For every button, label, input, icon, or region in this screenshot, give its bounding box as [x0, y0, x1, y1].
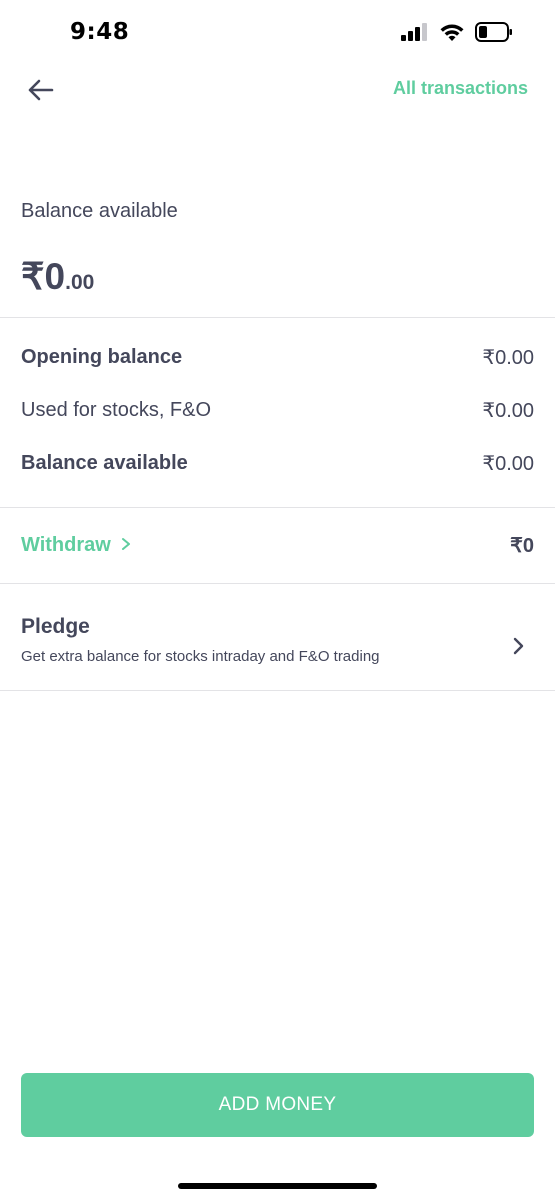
arrow-left-icon	[22, 79, 62, 110]
used-for-stocks-value: ₹0.00	[482, 400, 534, 422]
balance-amount-decimal: .00	[65, 271, 95, 294]
back-button[interactable]	[22, 74, 62, 106]
chevron-right-icon	[121, 534, 131, 557]
pledge-title: Pledge	[21, 615, 90, 638]
add-money-button[interactable]: ADD MONEY	[21, 1073, 534, 1137]
signal-icon	[401, 23, 429, 46]
battery-icon	[475, 22, 513, 47]
withdraw-label: Withdraw	[21, 534, 111, 556]
opening-balance-value: ₹0.00	[482, 347, 534, 369]
balance-amount-main: ₹0	[21, 256, 66, 297]
used-for-stocks-label: Used for stocks, F&O	[21, 399, 212, 421]
home-indicator	[178, 1183, 377, 1189]
divider	[0, 583, 555, 584]
opening-balance-row: Opening balance ₹0.00	[21, 345, 534, 370]
balance-section: Balance available ₹0.00	[21, 200, 178, 297]
withdraw-row: Withdraw ₹0	[21, 533, 534, 558]
all-transactions-link[interactable]: All transactions	[393, 78, 528, 99]
status-time: 9:48	[70, 19, 130, 45]
divider	[0, 690, 555, 691]
pledge-subtitle: Get extra balance for stocks intraday an…	[21, 648, 380, 665]
used-for-stocks-row: Used for stocks, F&O ₹0.00	[21, 398, 534, 423]
withdraw-link[interactable]: Withdraw	[21, 534, 131, 557]
status-bar: 9:48	[0, 0, 555, 66]
status-icons	[401, 22, 513, 47]
balance-available-label: Balance available	[21, 452, 188, 474]
pledge-row[interactable]: Pledge Get extra balance for stocks intr…	[0, 585, 555, 690]
balance-available-row: Balance available ₹0.00	[21, 451, 534, 476]
divider	[0, 317, 555, 318]
balance-available-value: ₹0.00	[482, 453, 534, 475]
opening-balance-label: Opening balance	[21, 346, 183, 368]
balance-label: Balance available	[21, 200, 178, 222]
divider	[0, 507, 555, 508]
balance-amount: ₹0.00	[21, 255, 94, 298]
header: All transactions	[0, 66, 555, 116]
chevron-right-icon	[513, 637, 525, 660]
wifi-icon	[439, 23, 465, 47]
withdraw-amount: ₹0	[510, 535, 534, 557]
